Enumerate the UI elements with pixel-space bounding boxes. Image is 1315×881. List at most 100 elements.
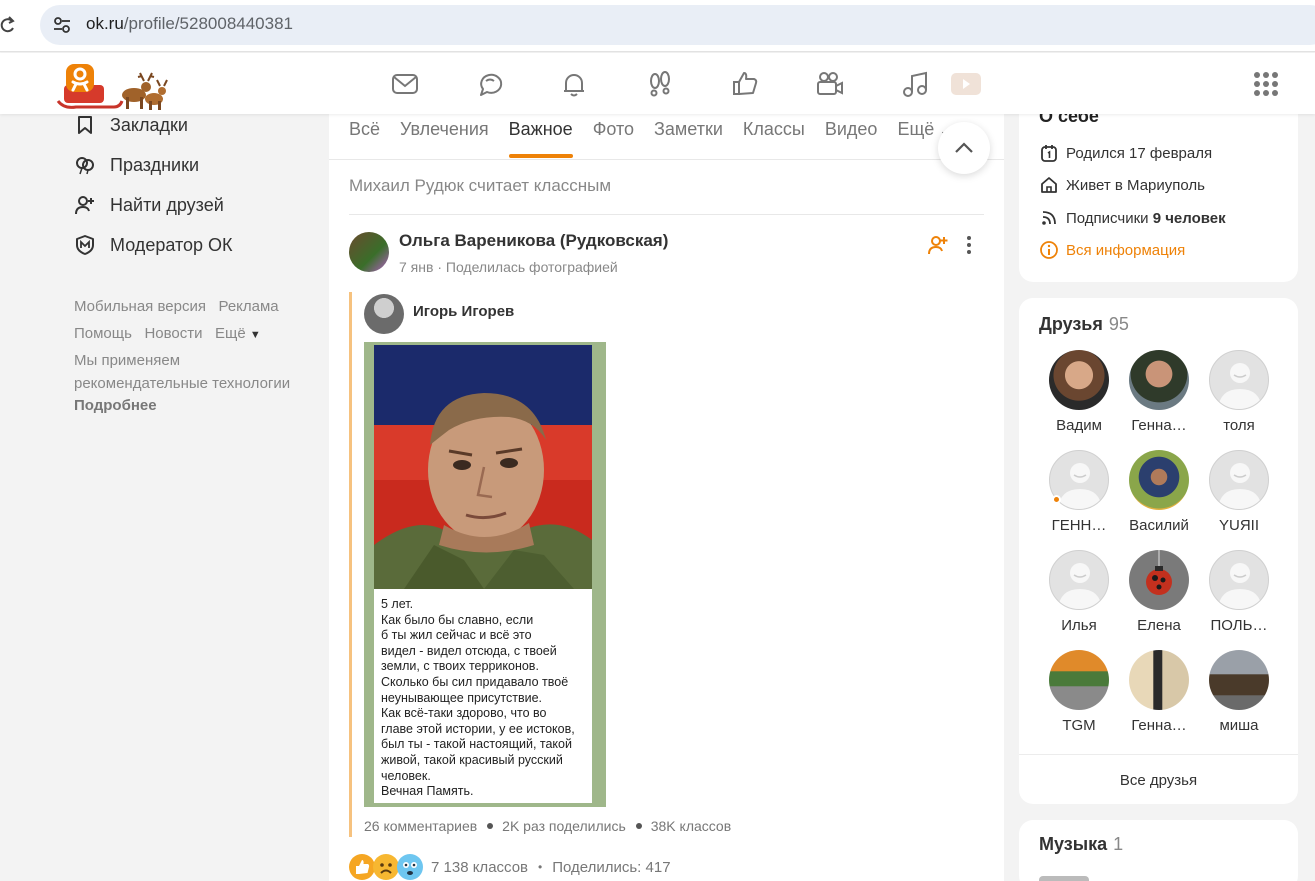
repost-author-avatar[interactable] (364, 294, 404, 334)
caption-line: Как всё-таки здорово, что во (381, 706, 547, 721)
friend-item[interactable]: Илья (1044, 550, 1114, 634)
music-count: 1 (1113, 834, 1124, 854)
classes-count[interactable]: 38K классов (651, 818, 731, 834)
tab-all[interactable]: Всё (349, 118, 380, 158)
scroll-up-button[interactable] (938, 122, 990, 174)
more-link[interactable]: Ещё (215, 325, 246, 342)
video-play-icon[interactable] (950, 69, 981, 99)
info-icon (1040, 241, 1058, 259)
music-title[interactable]: Музыка 1 (1039, 834, 1123, 855)
tab-classes[interactable]: Классы (743, 118, 805, 158)
friend-item[interactable]: Елена (1124, 550, 1194, 634)
friend-item[interactable]: Генна… (1124, 650, 1194, 734)
avatar (1049, 350, 1109, 410)
post-action: Поделилась фотографией (445, 259, 618, 275)
mobile-version-link[interactable]: Мобильная версия (74, 298, 206, 315)
tab-video[interactable]: Видео (825, 118, 878, 158)
friends-count: 95 (1108, 314, 1129, 334)
friend-item[interactable]: миша (1204, 650, 1274, 734)
tab-important[interactable]: Важное (508, 118, 573, 158)
caption-line: человек. (381, 768, 431, 783)
apps-grid-icon[interactable] (1253, 71, 1279, 97)
repost-author-name[interactable]: Игорь Игорев (413, 303, 514, 320)
author-name[interactable]: Ольга Вареникова (Рудковская) (399, 231, 668, 251)
balloons-icon (76, 157, 94, 175)
music-card: Музыка 1 (1019, 820, 1298, 881)
help-link[interactable]: Помощь (74, 325, 132, 342)
all-info-link[interactable]: Вся информация (1039, 240, 1185, 260)
video-camera-icon[interactable] (815, 69, 845, 99)
post-date[interactable]: 7 янв (399, 259, 433, 275)
friend-name: TGM (1062, 717, 1096, 734)
url-text[interactable]: ok.ru/profile/528008440381 (86, 14, 293, 34)
photo-caption: 5 лет. Как было бы славно, если б ты жил… (381, 597, 591, 800)
friend-item[interactable]: ГЕНН… (1044, 450, 1114, 534)
caret-down-icon[interactable]: ▼ (250, 329, 261, 341)
all-friends-link[interactable]: Все друзья (1019, 772, 1298, 789)
comments-count[interactable]: 26 комментариев (364, 818, 477, 834)
liked-note[interactable]: Михаил Рудюк считает классным (349, 176, 611, 196)
music-cover[interactable] (1039, 876, 1089, 881)
menu-item-moderator[interactable]: Модератор ОК (74, 232, 233, 258)
friend-item[interactable]: Вадим (1044, 350, 1114, 434)
separator-bullet: • (538, 860, 543, 874)
events-like-icon[interactable] (730, 69, 760, 99)
ok-logo[interactable] (56, 61, 168, 113)
caption-line: Как было бы славно, если (381, 612, 534, 627)
friend-item[interactable]: YUЯII (1204, 450, 1274, 534)
more-options-icon[interactable] (961, 234, 977, 256)
discussions-icon[interactable] (475, 69, 505, 99)
about-born-text: Родился 17 февраля (1066, 144, 1213, 162)
reactions-classes[interactable]: 7 138 классов (431, 859, 528, 876)
news-link[interactable]: Новости (144, 325, 202, 342)
friend-item[interactable]: ПОЛЬ… (1204, 550, 1274, 634)
avatar (1129, 550, 1189, 610)
about-subscribers[interactable]: Подписчики 9 человек (1039, 208, 1226, 228)
friend-name: Вадим (1056, 417, 1102, 434)
tab-more-label: Ещё (897, 119, 935, 139)
shares-count[interactable]: 2K раз поделились (502, 818, 626, 834)
details-link[interactable]: Подробнее (74, 395, 157, 417)
avatar (1129, 650, 1189, 710)
tab-notes[interactable]: Заметки (654, 118, 723, 158)
photo-card: 5 лет. Как было бы славно, если б ты жил… (374, 345, 592, 803)
moderator-shield-icon (76, 235, 94, 255)
menu-item-find-friends[interactable]: Найти друзей (74, 192, 224, 218)
author-avatar[interactable] (349, 232, 389, 272)
site-settings-icon[interactable] (52, 15, 72, 35)
post-photo[interactable]: 5 лет. Как было бы славно, если б ты жил… (364, 342, 606, 807)
messages-icon[interactable] (390, 69, 420, 99)
friend-item[interactable]: Генна… (1124, 350, 1194, 434)
friend-name: Генна… (1131, 717, 1187, 734)
feed: Всё Увлечения Важное Фото Заметки Классы… (329, 114, 1004, 881)
tab-photo[interactable]: Фото (593, 118, 634, 158)
friend-item[interactable]: толя (1204, 350, 1274, 434)
friend-item[interactable]: TGM (1044, 650, 1114, 734)
about-birthday: Родился 17 февраля (1039, 143, 1212, 163)
subscribers-label: Подписчики (1066, 209, 1149, 227)
caption-line: Вечная Память. (381, 784, 474, 799)
friends-title-label: Друзья (1039, 314, 1103, 334)
reactions-bar[interactable]: 7 138 классов • Поделились: 417 (349, 854, 671, 880)
home-icon (1041, 177, 1057, 193)
menu-item-label: Закладки (110, 114, 188, 135)
caption-line: Сколько бы сил придавало твоё (381, 674, 569, 689)
menu-item-label: Найти друзей (110, 194, 224, 215)
sad-reaction-icon (373, 854, 399, 880)
friends-title[interactable]: Друзья 95 (1039, 314, 1129, 335)
friend-name: ПОЛЬ… (1210, 617, 1268, 634)
friend-name: Василий (1129, 517, 1189, 534)
menu-item-holidays[interactable]: Праздники (74, 152, 199, 178)
ads-link[interactable]: Реклама (218, 298, 278, 315)
friend-item[interactable]: Василий (1124, 450, 1194, 534)
tab-hobbies[interactable]: Увлечения (400, 118, 489, 158)
music-note-icon[interactable] (900, 69, 930, 99)
menu-item-bookmarks[interactable]: Закладки (74, 112, 188, 138)
add-friend-icon[interactable] (927, 234, 949, 256)
recommendation-notice-2: рекомендательные технологии (74, 375, 291, 392)
notifications-icon[interactable] (559, 69, 589, 99)
reload-icon[interactable] (0, 14, 16, 36)
reactions-shared[interactable]: Поделились: 417 (552, 859, 670, 876)
guests-icon[interactable] (645, 69, 675, 99)
menu-item-label: Праздники (110, 154, 200, 175)
